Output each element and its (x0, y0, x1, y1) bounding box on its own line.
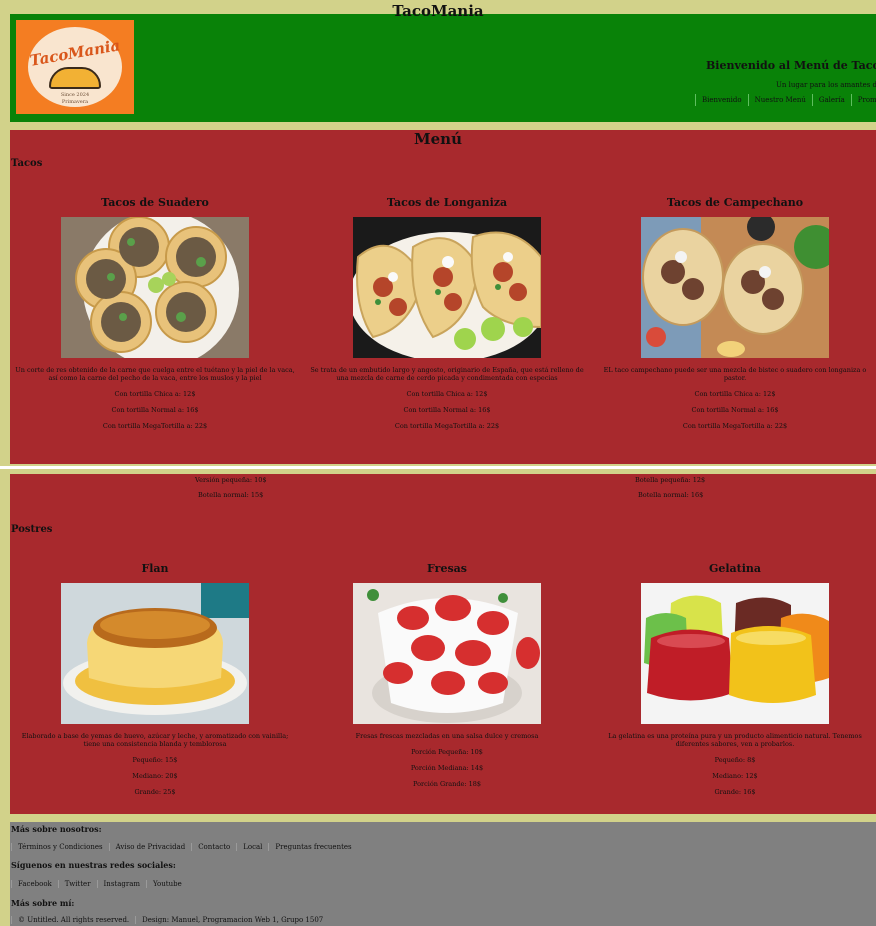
footer-link-faq[interactable]: Preguntas frecuentes (268, 843, 357, 851)
price-option: Mediano: 20$ (132, 772, 178, 780)
drink-price: Botella normal: 15$ (198, 491, 264, 499)
price-option: Grande: 16$ (714, 788, 756, 796)
postre-name: Flan (141, 562, 169, 575)
taco-description: Un corte de res obtenido de la carne que… (15, 366, 295, 382)
postre-card-gelatina: Gelatina La gelatina es una proteína pur… (594, 562, 876, 796)
price-option: Con tortilla Chica a: 12$ (406, 390, 488, 398)
tacomania-logo[interactable]: TacoMania Since 2024 Primavera (16, 20, 134, 114)
footer-link-privacidad[interactable]: Aviso de Privacidad (108, 843, 192, 851)
price-option: Grande: 25$ (134, 788, 176, 796)
menu-title: Menú (414, 130, 462, 148)
site-title: TacoMania (392, 2, 484, 20)
suadero-photo (61, 217, 249, 358)
footer-about-heading: Más sobre nosotros: (11, 824, 102, 834)
footer-link-instagram[interactable]: Instagram (96, 880, 147, 888)
drink-price: Botella normal: 16$ (638, 491, 704, 499)
section-divider (0, 466, 876, 469)
postres-section: Versión pequeña: 10$ Botella normal: 15$… (10, 474, 876, 814)
site-footer: Más sobre nosotros: Términos y Condicion… (10, 822, 876, 926)
logo-tagline-1: Since 2024 (60, 92, 90, 98)
flan-photo (61, 583, 249, 724)
footer-social-links: Facebook Twitter Instagram Youtube (11, 880, 188, 888)
price-option: Con tortilla MegaTortilla a: 22$ (102, 422, 208, 430)
gelatina-photo (641, 583, 829, 724)
price-option: Con tortilla Normal a: 16$ (403, 406, 491, 414)
price-option: Con tortilla Normal a: 16$ (691, 406, 779, 414)
tacos-heading: Tacos (11, 158, 43, 169)
price-option: Porción Pequeña: 10$ (411, 748, 483, 756)
price-option: Pequeño: 8$ (714, 756, 756, 764)
price-option: Mediano: 12$ (712, 772, 758, 780)
footer-link-facebook[interactable]: Facebook (11, 880, 58, 888)
footer-about-links: Términos y Condiciones Aviso de Privacid… (11, 843, 358, 851)
postre-card-fresas: Fresas Fresas frescas mezcladas en una s… (302, 562, 592, 788)
postre-description: Fresas frescas mezcladas en una salsa du… (355, 732, 539, 740)
footer-design-credit: Design: Manuel, Programacion Web 1, Grup… (135, 916, 329, 924)
main-nav: Bienvenido Nuestro Menú Galería Promocio (695, 94, 876, 106)
price-option: Con tortilla Normal a: 16$ (111, 406, 199, 414)
nav-link-bienvenido[interactable]: Bienvenido (695, 94, 748, 106)
footer-link-contacto[interactable]: Contacto (191, 843, 236, 851)
welcome-tagline: Un lugar para los amantes del T (776, 81, 876, 89)
footer-link-terminos[interactable]: Términos y Condiciones (11, 843, 109, 851)
nav-link-promociones[interactable]: Promocio (850, 94, 876, 106)
drink-price: Botella pequeña: 12$ (635, 476, 706, 484)
nav-link-galeria[interactable]: Galería (811, 94, 851, 106)
taco-card-longaniza: Tacos de Longaniza Se trata de un embuti… (302, 196, 592, 430)
nav-link-menu[interactable]: Nuestro Menú (747, 94, 812, 106)
taco-icon (49, 67, 101, 89)
postre-description: Elaborado a base de yemas de huevo, azúc… (21, 732, 289, 748)
footer-credits: © Untitled. All rights reserved. Design:… (11, 916, 329, 924)
postre-card-flan: Flan Elaborado a base de yemas de huevo,… (10, 562, 300, 796)
longaniza-photo (353, 217, 541, 358)
fresas-photo (353, 583, 541, 724)
logo-tagline-2: Primavera (61, 99, 89, 105)
taco-card-suadero: Tacos de Suadero Un corte de res obtenid… (10, 196, 300, 430)
price-option: Pequeño: 15$ (132, 756, 178, 764)
taco-name: Tacos de Campechano (666, 196, 804, 209)
footer-link-youtube[interactable]: Youtube (146, 880, 188, 888)
footer-link-local[interactable]: Local (236, 843, 268, 851)
footer-copyright: © Untitled. All rights reserved. (11, 916, 135, 924)
price-option: Con tortilla MegaTortilla a: 22$ (394, 422, 500, 430)
campechano-photo (641, 217, 829, 358)
price-option: Porción Mediana: 14$ (410, 764, 484, 772)
taco-description: Se trata de un embutido largo y angosto,… (310, 366, 584, 382)
footer-more-heading: Más sobre mí: (11, 898, 75, 908)
postres-heading: Postres (11, 524, 53, 535)
price-option: Con tortilla MegaTortilla a: 22$ (682, 422, 788, 430)
postre-name: Fresas (427, 562, 467, 575)
welcome-heading: Bienvenido al Menú de TacoMania (706, 59, 876, 72)
taco-name: Tacos de Suadero (101, 196, 209, 209)
postre-description: La gelatina es una proteína pura y un pr… (608, 732, 862, 748)
postre-name: Gelatina (708, 562, 762, 575)
taco-description: EL taco campechano puede ser una mezcla … (603, 366, 867, 382)
taco-name: Tacos de Longaniza (386, 196, 508, 209)
price-option: Con tortilla Chica a: 12$ (114, 390, 196, 398)
footer-social-heading: Síguenos en nuestras redes sociales: (11, 860, 176, 870)
menu-section: Tacos Tacos de Suadero Un corte de res o… (10, 130, 876, 464)
drink-price: Versión pequeña: 10$ (195, 476, 267, 484)
footer-link-twitter[interactable]: Twitter (57, 880, 97, 888)
price-option: Con tortilla Chica a: 12$ (694, 390, 776, 398)
taco-card-campechano: Tacos de Campechano EL taco campechano p… (594, 196, 876, 430)
price-option: Porción Grande: 18$ (412, 780, 482, 788)
